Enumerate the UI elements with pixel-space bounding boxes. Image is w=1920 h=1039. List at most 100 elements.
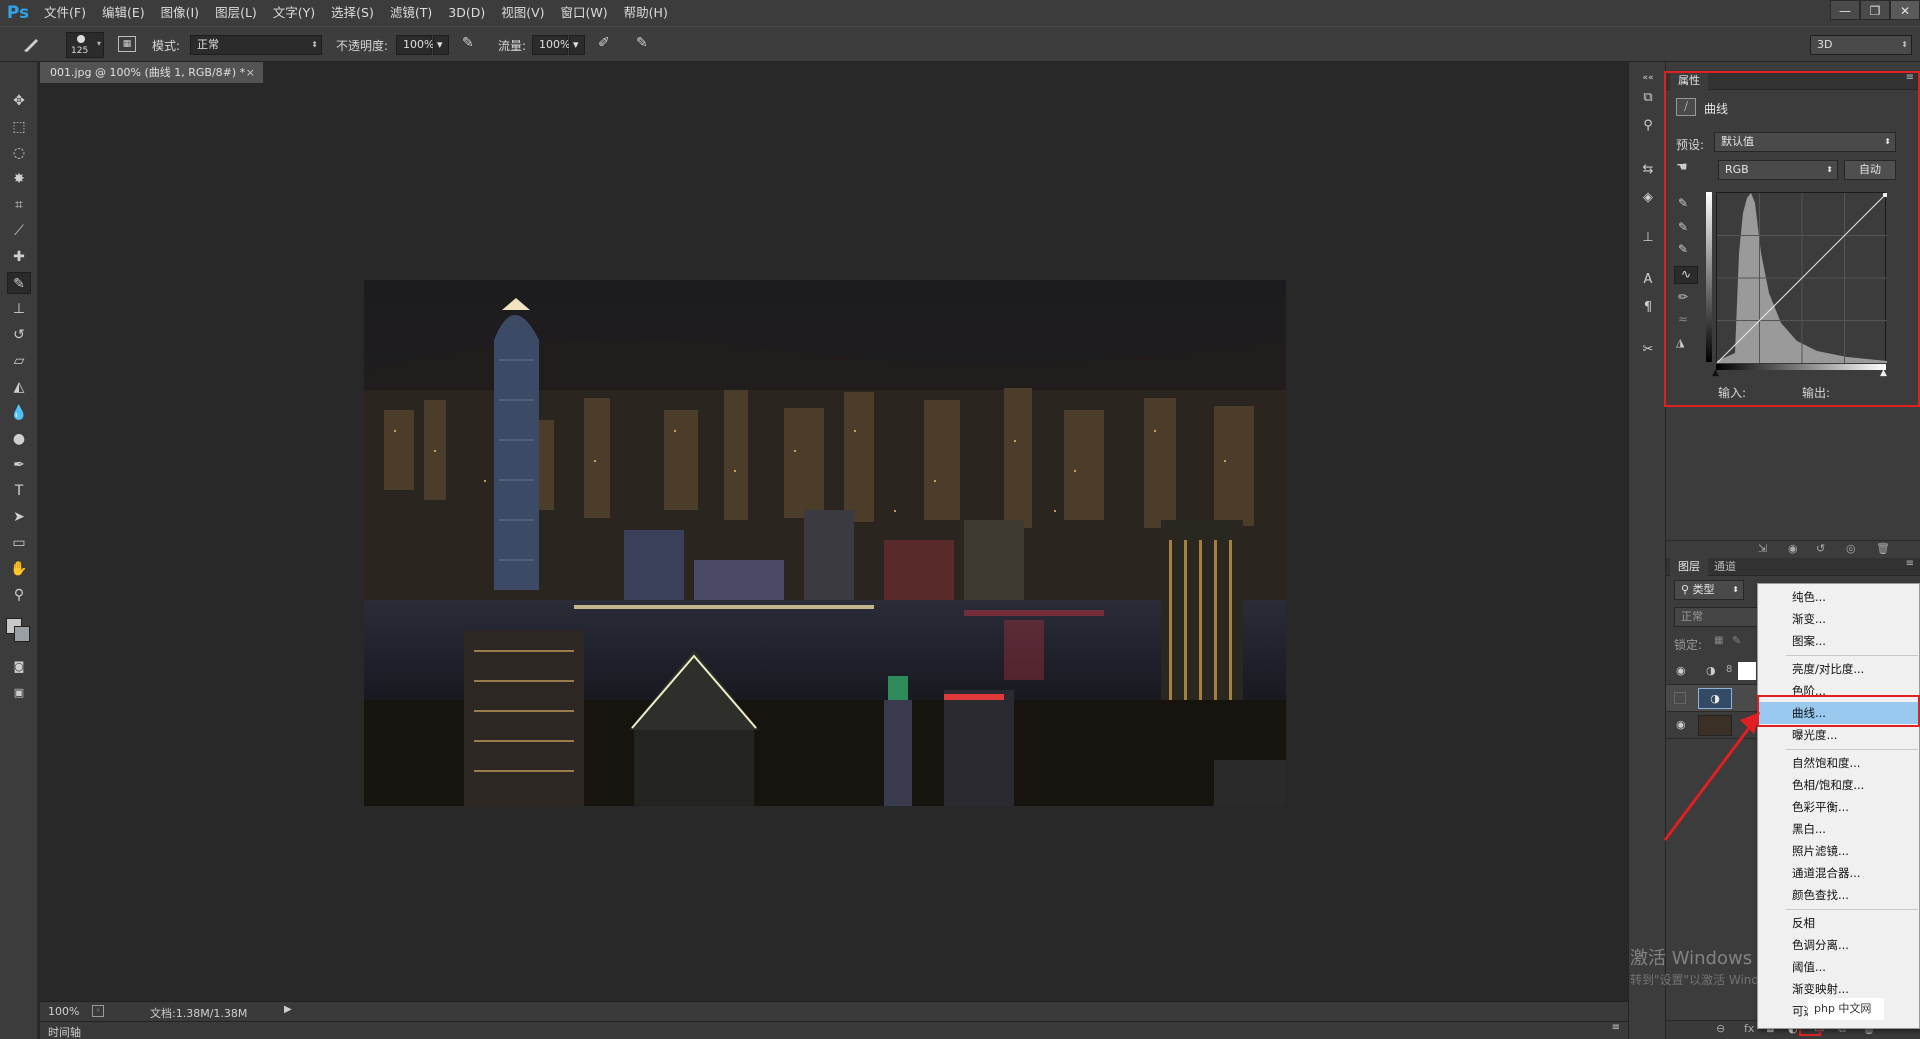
sample-white-point-icon[interactable]: ✎: [1678, 242, 1688, 256]
panel-menu-icon[interactable]: ≡: [1906, 558, 1914, 569]
crop-tool-icon[interactable]: ⌗: [7, 194, 31, 216]
auto-button[interactable]: 自动: [1844, 160, 1896, 180]
flow-input[interactable]: 100%: [532, 35, 570, 55]
layer-style-icon[interactable]: fx: [1744, 1022, 1754, 1035]
eyedropper-tool-icon[interactable]: ⟋: [7, 220, 31, 242]
close-button[interactable]: ✕: [1890, 0, 1920, 20]
brush-tool-icon[interactable]: ✎: [7, 272, 31, 294]
tab-properties[interactable]: 属性: [1670, 72, 1708, 90]
layer-filter-select[interactable]: ⚲ 类型 ⬍: [1674, 580, 1744, 600]
on-image-adjust-icon[interactable]: ☚: [1676, 160, 1696, 176]
history-panel-icon[interactable]: ⧉: [1638, 88, 1658, 108]
magic-wand-tool-icon[interactable]: ✸: [7, 168, 31, 190]
lock-pixels-icon[interactable]: ✎: [1732, 634, 1741, 647]
airbrush-icon[interactable]: ✐: [598, 35, 610, 51]
styles-icon[interactable]: ◈: [1638, 188, 1658, 208]
link-layers-icon[interactable]: ⊖: [1716, 1022, 1725, 1035]
clone-source-icon[interactable]: ⊥: [1638, 228, 1658, 248]
lock-transparent-icon[interactable]: ▦: [1714, 635, 1723, 646]
character-panel-icon[interactable]: A: [1638, 270, 1658, 290]
reset-icon[interactable]: ↺: [1816, 542, 1825, 555]
menu-item-threshold[interactable]: 阈值...: [1758, 956, 1920, 978]
curves-graph[interactable]: [1716, 192, 1888, 364]
menu-item-vibrance[interactable]: 自然饱和度...: [1758, 752, 1920, 774]
brush-presets-icon[interactable]: ⚲: [1638, 116, 1658, 136]
tab-layers[interactable]: 图层: [1670, 558, 1708, 576]
menu-item-solid-color[interactable]: 纯色...: [1758, 586, 1920, 608]
white-point-slider-icon[interactable]: ▲: [1880, 368, 1887, 378]
menu-layer[interactable]: 图层(L): [207, 0, 265, 26]
timeline-panel-bar[interactable]: 时间轴 ≡: [40, 1021, 1628, 1039]
menu-item-brightness-contrast[interactable]: 亮度/对比度...: [1758, 658, 1920, 680]
restore-button[interactable]: ❐: [1860, 0, 1890, 20]
hand-tool-icon[interactable]: ✋: [7, 558, 31, 580]
draw-curve-icon[interactable]: ✏: [1678, 290, 1688, 304]
export-icon[interactable]: ◦: [92, 1005, 104, 1017]
menu-item-color-balance[interactable]: 色彩平衡...: [1758, 796, 1920, 818]
eye-icon[interactable]: ◉: [1676, 664, 1686, 677]
menu-item-channel-mixer[interactable]: 通道混合器...: [1758, 862, 1920, 884]
document-image[interactable]: [364, 280, 1286, 806]
adjustments-icon[interactable]: ⇆: [1638, 160, 1658, 180]
menu-help[interactable]: 帮助(H): [616, 0, 676, 26]
menu-item-posterize[interactable]: 色调分离...: [1758, 934, 1920, 956]
menu-item-gradient-map[interactable]: 渐变映射...: [1758, 978, 1920, 1000]
tool-presets-icon[interactable]: ✂: [1638, 340, 1658, 360]
eraser-tool-icon[interactable]: ▱: [7, 350, 31, 372]
menu-item-curves[interactable]: 曲线...: [1758, 702, 1920, 724]
menu-item-black-white[interactable]: 黑白...: [1758, 818, 1920, 840]
pressure-opacity-icon[interactable]: ✎: [462, 35, 474, 51]
pressure-size-icon[interactable]: ✎: [636, 35, 648, 51]
background-color-swatch[interactable]: [14, 626, 30, 642]
menu-item-color-lookup[interactable]: 颜色查找...: [1758, 884, 1920, 906]
mode-select[interactable]: 正常 ⬍: [190, 35, 322, 55]
edit-curve-points-icon[interactable]: ∿: [1674, 266, 1698, 284]
menu-type[interactable]: 文字(Y): [265, 0, 323, 26]
panel-menu-icon[interactable]: ≡: [1612, 1022, 1620, 1033]
sample-black-point-icon[interactable]: ✎: [1678, 196, 1688, 210]
marquee-tool-icon[interactable]: ⬚: [7, 116, 31, 138]
blur-tool-icon[interactable]: 💧: [7, 402, 31, 424]
menu-file[interactable]: 文件(F): [36, 0, 94, 26]
menu-item-exposure[interactable]: 曝光度...: [1758, 724, 1920, 746]
history-brush-tool-icon[interactable]: ↺: [7, 324, 31, 346]
menu-filter[interactable]: 滤镜(T): [382, 0, 440, 26]
collapse-panels-icon[interactable]: ««: [1638, 68, 1658, 88]
quick-mask-icon[interactable]: ◙: [7, 656, 31, 678]
smooth-curve-icon[interactable]: ≈: [1678, 312, 1688, 326]
zoom-level[interactable]: 100%: [48, 1005, 79, 1018]
opacity-input[interactable]: 100%: [396, 35, 434, 55]
dodge-tool-icon[interactable]: ●: [7, 428, 31, 450]
pen-tool-icon[interactable]: ✒: [7, 454, 31, 476]
trash-icon[interactable]: 🗑: [1876, 542, 1890, 555]
healing-brush-tool-icon[interactable]: ✚: [7, 246, 31, 268]
menu-item-hue-saturation[interactable]: 色相/饱和度...: [1758, 774, 1920, 796]
rectangle-tool-icon[interactable]: ▭: [7, 532, 31, 554]
screen-mode-icon[interactable]: ▣: [7, 682, 31, 704]
brush-tool-icon[interactable]: [22, 35, 44, 57]
opacity-dropdown[interactable]: ▾: [433, 35, 449, 55]
close-tab-icon[interactable]: ×: [246, 62, 255, 83]
minimize-button[interactable]: —: [1830, 0, 1860, 20]
type-tool-icon[interactable]: T: [7, 480, 31, 502]
play-arrow-icon[interactable]: ▶: [284, 1004, 292, 1015]
flow-dropdown[interactable]: ▾: [569, 35, 585, 55]
sample-gray-point-icon[interactable]: ✎: [1678, 220, 1688, 234]
menu-item-photo-filter[interactable]: 照片滤镜...: [1758, 840, 1920, 862]
menu-3d[interactable]: 3D(D): [440, 0, 493, 26]
zoom-tool-icon[interactable]: ⚲: [7, 584, 31, 606]
menu-item-pattern[interactable]: 图案...: [1758, 630, 1920, 652]
menu-edit[interactable]: 编辑(E): [94, 0, 153, 26]
menu-item-invert[interactable]: 反相: [1758, 912, 1920, 934]
paint-bucket-tool-icon[interactable]: ◭: [7, 376, 31, 398]
black-point-slider-icon[interactable]: ▲: [1712, 368, 1719, 378]
menu-image[interactable]: 图像(I): [153, 0, 207, 26]
menu-item-levels[interactable]: 色阶...: [1758, 680, 1920, 702]
clone-stamp-tool-icon[interactable]: ⊥: [7, 298, 31, 320]
visibility-icon[interactable]: ◎: [1846, 542, 1856, 555]
preset-select[interactable]: 默认值 ⬍: [1714, 132, 1896, 152]
channel-select[interactable]: RGB ⬍: [1718, 160, 1838, 180]
layer-mask-thumbnail[interactable]: [1738, 662, 1756, 680]
move-tool-icon[interactable]: ✥: [7, 90, 31, 112]
path-selection-tool-icon[interactable]: ➤: [7, 506, 31, 528]
